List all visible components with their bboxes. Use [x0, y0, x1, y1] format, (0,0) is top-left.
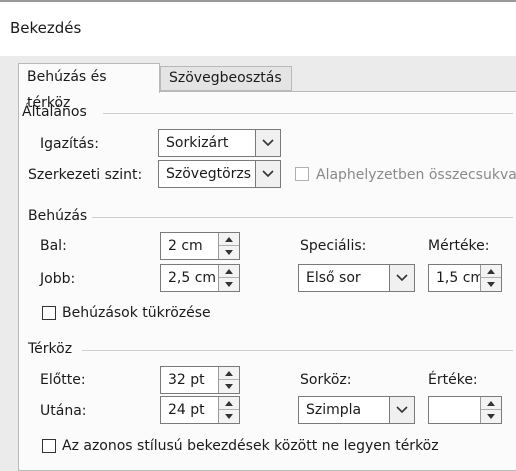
- indent-by-spinner[interactable]: 1,5 cm: [428, 264, 502, 292]
- chevron-down-icon: [225, 250, 233, 255]
- chevron-down-icon: [487, 414, 495, 419]
- increment-button[interactable]: [219, 233, 239, 246]
- spacing-separator: [82, 350, 513, 351]
- general-heading: Általános: [22, 104, 87, 120]
- indent-right-spin-buttons[interactable]: [218, 265, 239, 291]
- indent-left-spinner[interactable]: 2 cm: [160, 232, 240, 260]
- chevron-down-icon: [396, 406, 408, 414]
- indent-by-label: Mértéke:: [428, 238, 490, 254]
- chevron-down-icon: [225, 414, 233, 419]
- special-indent-select[interactable]: Első sor: [298, 264, 415, 292]
- chevron-down-icon: [487, 282, 495, 287]
- spacing-before-spinner[interactable]: 32 pt: [160, 366, 240, 394]
- chevron-down-icon: [225, 282, 233, 287]
- line-spacing-label: Sorköz:: [300, 372, 352, 388]
- increment-button[interactable]: [481, 265, 501, 278]
- indent-by-spin-buttons[interactable]: [480, 265, 501, 291]
- dont-add-space-label: Az azonos stílusú bekezdések között ne l…: [62, 438, 439, 454]
- dont-add-space-checkbox[interactable]: [42, 439, 56, 453]
- decrement-button[interactable]: [219, 410, 239, 423]
- line-spacing-at-spinner[interactable]: [428, 396, 502, 424]
- chevron-up-icon: [225, 371, 233, 376]
- line-spacing-dropdown-button[interactable]: [389, 397, 414, 423]
- chevron-down-icon: [262, 170, 274, 178]
- chevron-up-icon: [487, 269, 495, 274]
- indent-right-spinner[interactable]: 2,5 cm: [160, 264, 240, 292]
- increment-button[interactable]: [481, 397, 501, 410]
- chevron-down-icon: [396, 274, 408, 282]
- decrement-button[interactable]: [481, 278, 501, 291]
- indentation-heading: Behúzás: [28, 208, 88, 224]
- mirror-indents-checkbox[interactable]: [42, 306, 56, 320]
- mirror-indents-label: Behúzások tükrözése: [62, 305, 211, 321]
- spacing-after-spin-buttons[interactable]: [218, 397, 239, 423]
- spacing-after-value: 24 pt: [168, 402, 205, 418]
- decrement-button[interactable]: [219, 278, 239, 291]
- line-spacing-at-spin-buttons[interactable]: [480, 397, 501, 423]
- outline-level-value: Szövegtörzs: [166, 166, 252, 182]
- increment-button[interactable]: [219, 367, 239, 380]
- spacing-heading: Térköz: [28, 341, 73, 357]
- outline-level-dropdown-button[interactable]: [255, 161, 280, 187]
- chevron-down-icon: [225, 384, 233, 389]
- outline-level-select[interactable]: Szövegtörzs: [158, 160, 281, 188]
- dialog-title: Bekezdés: [10, 19, 82, 37]
- alignment-label: Igazítás:: [40, 136, 99, 152]
- line-spacing-at-label: Értéke:: [428, 372, 478, 388]
- line-spacing-select[interactable]: Szimpla: [298, 396, 415, 424]
- indent-by-value: 1,5 cm: [436, 270, 485, 286]
- indent-right-label: Jobb:: [40, 271, 76, 287]
- general-separator: [103, 113, 513, 114]
- chevron-down-icon: [262, 139, 274, 147]
- dialog-titlebar: Bekezdés: [0, 0, 516, 56]
- spacing-before-value: 32 pt: [168, 372, 205, 388]
- special-indent-dropdown-button[interactable]: [389, 265, 414, 291]
- top-border: [0, 0, 516, 2]
- chevron-up-icon: [487, 401, 495, 406]
- line-spacing-value: Szimpla: [306, 402, 362, 418]
- indent-left-spin-buttons[interactable]: [218, 233, 239, 259]
- alignment-value: Sorkizárt: [166, 135, 229, 151]
- spacing-before-label: Előtte:: [40, 372, 86, 388]
- chevron-up-icon: [225, 269, 233, 274]
- collapsed-by-default-checkbox[interactable]: [295, 167, 309, 181]
- special-indent-value: Első sor: [306, 270, 361, 286]
- tab-indents-and-spacing[interactable]: Behúzás és térköz: [18, 63, 160, 111]
- indent-right-value: 2,5 cm: [168, 270, 217, 286]
- chevron-up-icon: [225, 237, 233, 242]
- spacing-after-label: Utána:: [40, 403, 87, 419]
- decrement-button[interactable]: [219, 246, 239, 259]
- indent-left-value: 2 cm: [168, 238, 203, 254]
- spacing-before-spin-buttons[interactable]: [218, 367, 239, 393]
- increment-button[interactable]: [219, 265, 239, 278]
- outline-level-label: Szerkezeti szint:: [28, 167, 143, 183]
- decrement-button[interactable]: [219, 380, 239, 393]
- chevron-up-icon: [225, 401, 233, 406]
- decrement-button[interactable]: [481, 410, 501, 423]
- increment-button[interactable]: [219, 397, 239, 410]
- alignment-dropdown-button[interactable]: [255, 130, 280, 156]
- indentation-separator: [92, 217, 513, 218]
- alignment-select[interactable]: Sorkizárt: [158, 129, 281, 157]
- spacing-after-spinner[interactable]: 24 pt: [160, 396, 240, 424]
- tab-text-flow[interactable]: Szövegbeosztás: [160, 66, 292, 91]
- special-indent-label: Speciális:: [300, 238, 367, 254]
- collapsed-by-default-label: Alaphelyzetben összecsukva: [316, 167, 516, 183]
- indent-left-label: Bal:: [40, 238, 67, 254]
